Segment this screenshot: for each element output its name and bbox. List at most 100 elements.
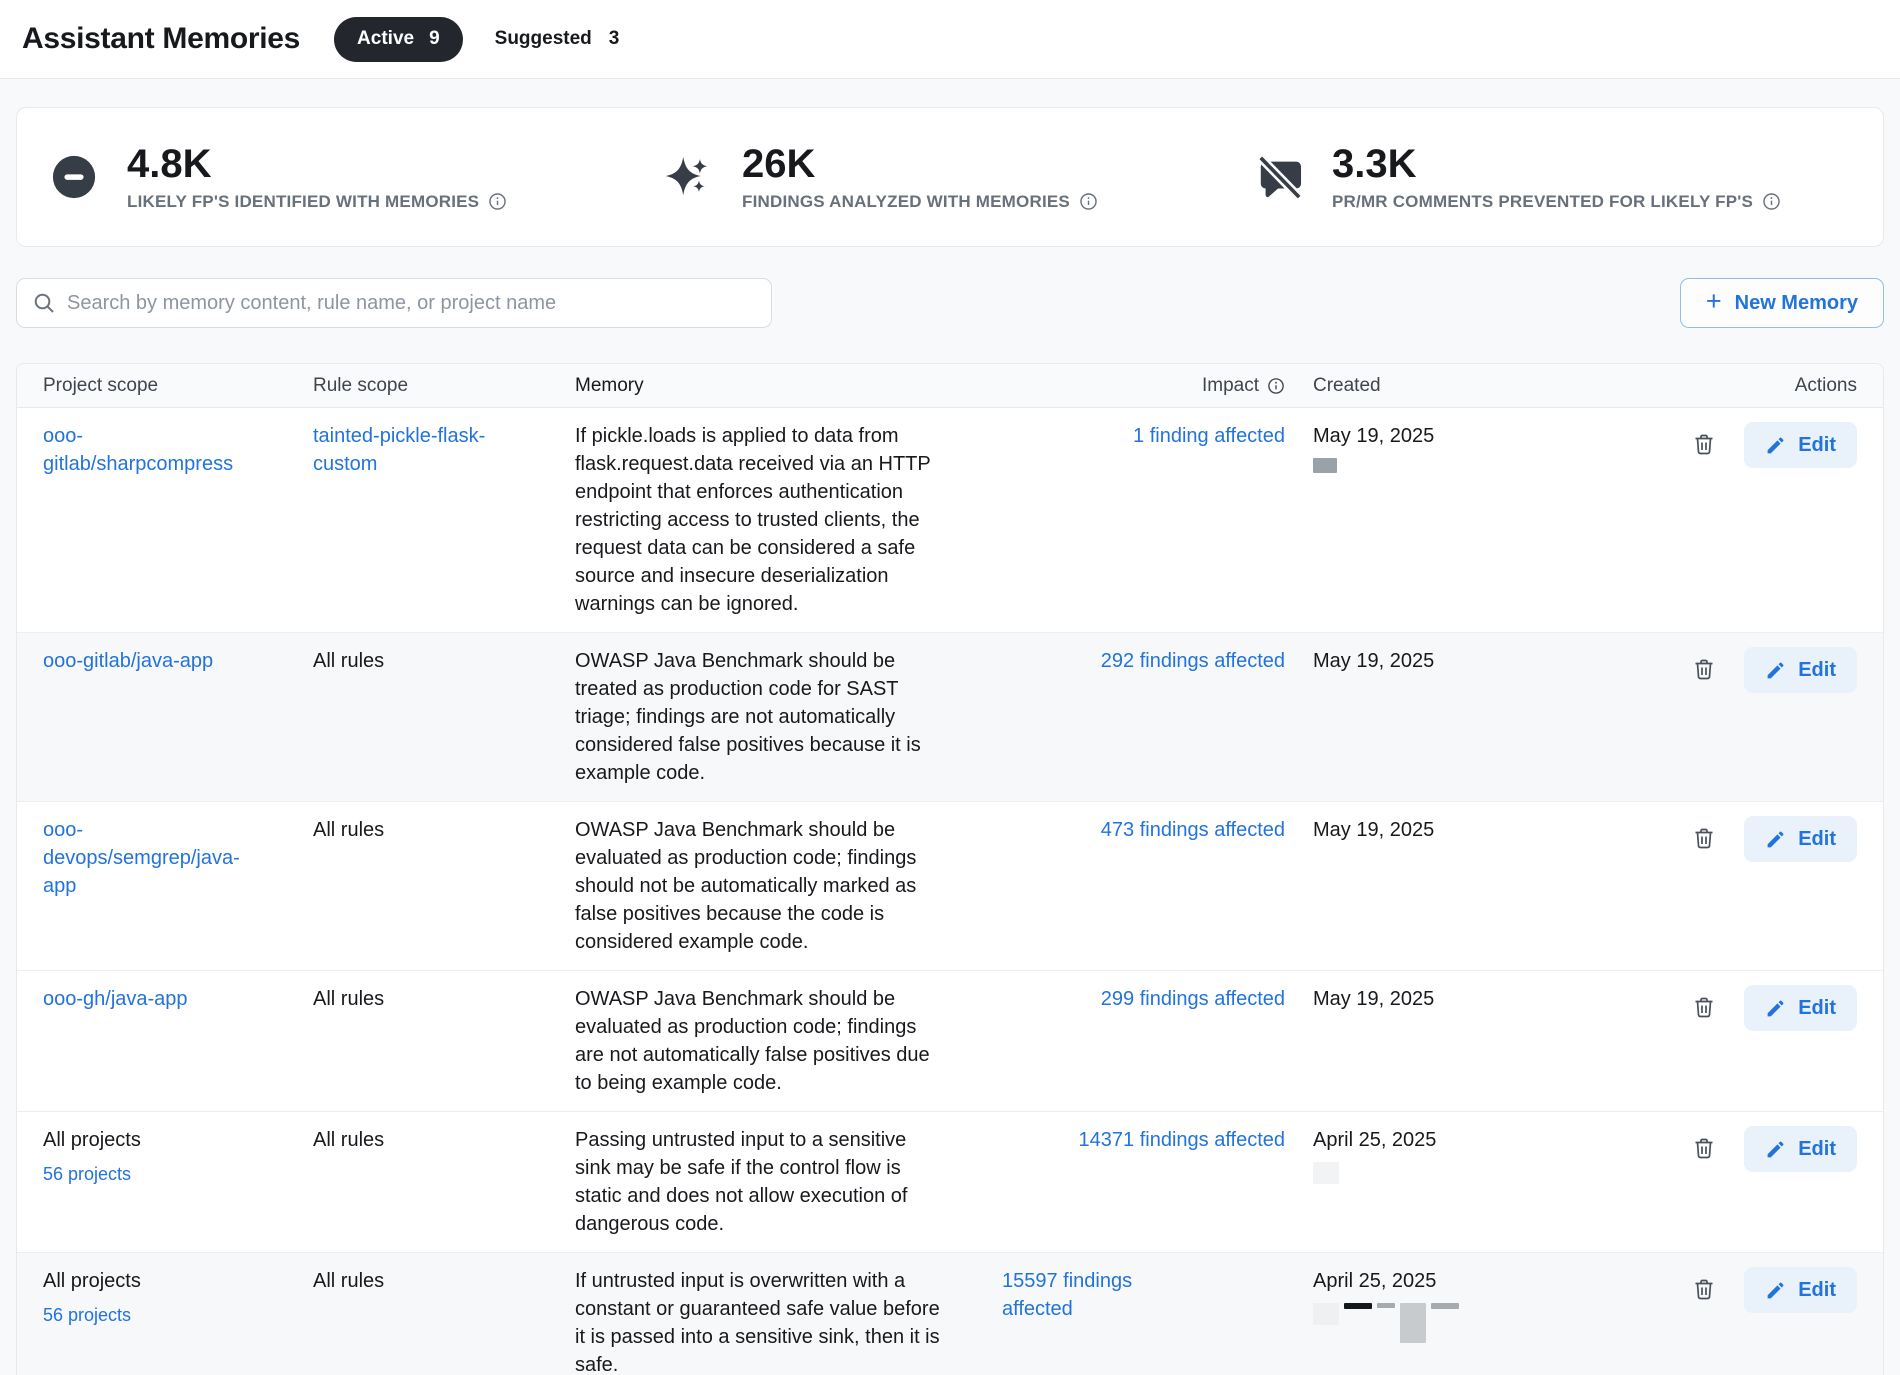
delete-button[interactable]	[1691, 1135, 1717, 1163]
project-count-link[interactable]: 56 projects	[43, 1160, 258, 1188]
stats-card: 4.8K LIKELY FP'S IDENTIFIED WITH MEMORIE…	[16, 107, 1884, 247]
activity-bar	[1313, 458, 1337, 473]
activity-bar	[1313, 1162, 1339, 1184]
new-memory-label: New Memory	[1735, 292, 1858, 315]
project-scope-link[interactable]: ooo-devops/semgrep/java-app	[43, 819, 240, 897]
info-icon[interactable]	[1762, 192, 1781, 211]
created-date: May 19, 2025	[1313, 816, 1545, 844]
activity-bar	[1400, 1303, 1426, 1343]
column-header-memory: Memory	[575, 375, 1002, 397]
trash-icon	[1692, 656, 1716, 682]
tab-suggested-count: 3	[609, 28, 620, 50]
impact-link[interactable]: 292 findings affected	[1101, 647, 1285, 675]
minus-circle-icon	[51, 154, 97, 200]
sparkles-icon	[666, 154, 712, 200]
delete-button[interactable]	[1691, 656, 1717, 684]
info-icon[interactable]	[1267, 377, 1285, 395]
impact-link[interactable]: 299 findings affected	[1101, 985, 1285, 1013]
project-scope-text: All projects	[43, 1270, 141, 1292]
edit-button[interactable]: Edit	[1744, 985, 1857, 1031]
impact-link[interactable]: 473 findings affected	[1101, 816, 1285, 844]
search-box	[16, 278, 772, 328]
project-count-link[interactable]: 56 projects	[43, 1301, 258, 1329]
pencil-icon	[1765, 435, 1786, 456]
comment-off-icon	[1256, 154, 1302, 200]
pencil-icon	[1765, 998, 1786, 1019]
column-header-created: Created	[1285, 375, 1545, 397]
edit-button-label: Edit	[1798, 828, 1836, 851]
activity-bar	[1313, 1303, 1339, 1325]
project-scope-link[interactable]: ooo-gitlab/sharpcompress	[43, 425, 233, 475]
memory-text: If pickle.loads is applied to data from …	[575, 425, 930, 615]
column-header-impact: Impact	[1002, 375, 1285, 397]
pencil-icon	[1765, 1280, 1786, 1301]
info-icon[interactable]	[488, 192, 507, 211]
impact-link[interactable]: 15597 findings affected	[1002, 1267, 1182, 1323]
rule-scope-link[interactable]: tainted-pickle-flask-custom	[313, 425, 485, 475]
stat-value: 4.8K	[127, 143, 507, 185]
delete-button[interactable]	[1691, 825, 1717, 853]
rule-scope-text: All rules	[313, 1270, 384, 1292]
edit-button[interactable]: Edit	[1744, 1267, 1857, 1313]
created-date: April 25, 2025	[1313, 1126, 1545, 1154]
table-body: ooo-gitlab/sharpcompress tainted-pickle-f…	[17, 408, 1883, 1375]
tab-active-label: Active	[357, 28, 414, 50]
created-date: May 19, 2025	[1313, 647, 1545, 675]
delete-button[interactable]	[1691, 431, 1717, 459]
info-icon[interactable]	[1079, 192, 1098, 211]
stat-findings-analyzed: 26K FINDINGS ANALYZED WITH MEMORIES	[632, 143, 1222, 212]
tab-suggested-label: Suggested	[495, 28, 592, 50]
created-date: May 19, 2025	[1313, 985, 1545, 1013]
stat-comments-prevented: 3.3K PR/MR COMMENTS PREVENTED FOR LIKELY…	[1222, 143, 1882, 212]
edit-button[interactable]: Edit	[1744, 816, 1857, 862]
edit-button[interactable]: Edit	[1744, 422, 1857, 468]
rule-scope-text: All rules	[313, 1129, 384, 1151]
search-input[interactable]	[67, 292, 756, 315]
table-row: All projects 56 projects All rules Passing …	[17, 1112, 1883, 1253]
new-memory-button[interactable]: + New Memory	[1680, 278, 1884, 328]
memory-text: OWASP Java Benchmark should be treated a…	[575, 650, 921, 784]
edit-button[interactable]: Edit	[1744, 1126, 1857, 1172]
tab-active[interactable]: Active 9	[334, 17, 463, 62]
memories-table: Project scope Rule scope Memory Impact C…	[16, 363, 1884, 1375]
activity-sparkline	[1313, 1162, 1545, 1184]
edit-button[interactable]: Edit	[1744, 647, 1857, 693]
impact-link[interactable]: 1 finding affected	[1133, 422, 1285, 450]
edit-button-label: Edit	[1798, 659, 1836, 682]
rule-scope-text: All rules	[313, 819, 384, 841]
created-date: April 25, 2025	[1313, 1267, 1545, 1295]
search-icon	[32, 291, 56, 315]
activity-sparkline	[1313, 1303, 1545, 1343]
tab-suggested[interactable]: Suggested 3	[481, 17, 634, 62]
created-date: May 19, 2025	[1313, 422, 1545, 450]
table-row: ooo-gitlab/sharpcompress tainted-pickle-f…	[17, 408, 1883, 633]
pencil-icon	[1765, 660, 1786, 681]
top-bar: Assistant Memories Active 9 Suggested 3	[0, 0, 1900, 79]
delete-button[interactable]	[1691, 994, 1717, 1022]
memory-text: OWASP Java Benchmark should be evaluated…	[575, 819, 916, 953]
activity-bar	[1377, 1303, 1395, 1308]
edit-button-label: Edit	[1798, 1138, 1836, 1161]
column-header-rule-scope: Rule scope	[313, 375, 575, 397]
plus-icon: +	[1706, 288, 1722, 315]
trash-icon	[1692, 1276, 1716, 1302]
column-header-project-scope: Project scope	[17, 375, 313, 397]
rule-scope-text: All rules	[313, 988, 384, 1010]
delete-button[interactable]	[1691, 1276, 1717, 1304]
pencil-icon	[1765, 829, 1786, 850]
trash-icon	[1692, 994, 1716, 1020]
project-scope-link[interactable]: ooo-gitlab/java-app	[43, 650, 213, 672]
memory-text: If untrusted input is overwritten with a…	[575, 1270, 940, 1375]
memory-text: OWASP Java Benchmark should be evaluated…	[575, 988, 930, 1094]
memory-text: Passing untrusted input to a sensitive s…	[575, 1129, 907, 1235]
impact-link[interactable]: 14371 findings affected	[1079, 1126, 1285, 1154]
table-row: ooo-gitlab/java-appAll rulesOWASP Java B…	[17, 633, 1883, 802]
trash-icon	[1692, 825, 1716, 851]
stat-label: PR/MR COMMENTS PREVENTED FOR LIKELY FP'S	[1332, 192, 1753, 212]
page-title: Assistant Memories	[22, 22, 300, 56]
table-row: All projects 56 projects All rules If untru…	[17, 1253, 1883, 1375]
project-scope-text: All projects	[43, 1129, 141, 1151]
project-scope-link[interactable]: ooo-gh/java-app	[43, 988, 188, 1010]
stat-label: FINDINGS ANALYZED WITH MEMORIES	[742, 192, 1070, 212]
controls-row: + New Memory	[16, 278, 1884, 328]
